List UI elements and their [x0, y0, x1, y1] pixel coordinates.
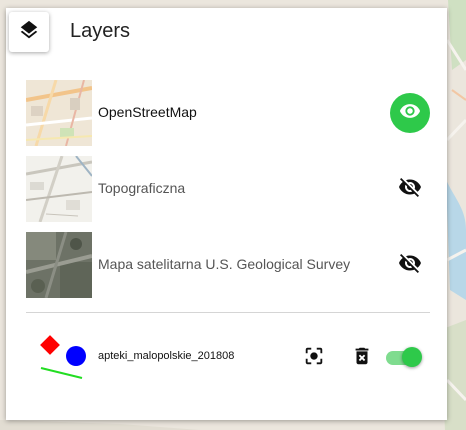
- divider: [26, 312, 430, 313]
- layers-icon: [18, 19, 40, 46]
- eye-icon: [399, 100, 421, 127]
- eye-off-icon: [398, 175, 422, 204]
- vector-layer-label: apteki_malopolskie_201808: [98, 350, 235, 362]
- vector-layer-row: apteki_malopolskie_201808: [36, 330, 436, 386]
- layer-label: Mapa satelitarna U.S. Geological Survey: [98, 256, 351, 272]
- visibility-toggle-button[interactable]: [390, 93, 430, 133]
- layer-label: Topograficzna: [98, 180, 186, 196]
- base-layer-row-topo[interactable]: Topograficzna: [26, 156, 436, 222]
- green-line-symbol: [40, 367, 83, 379]
- layer-label: OpenStreetMap: [98, 104, 197, 120]
- delete-layer-button[interactable]: [350, 346, 374, 370]
- base-layer-row-osm[interactable]: OpenStreetMap: [26, 80, 436, 146]
- zoom-to-layer-button[interactable]: [302, 346, 326, 370]
- visibility-toggle-button[interactable]: [390, 245, 430, 285]
- layers-panel: Layers OpenStreetMap Topograficzna Mapa …: [6, 8, 447, 420]
- layer-style-legend: [36, 330, 96, 386]
- layers-toggle-button[interactable]: [9, 12, 49, 52]
- zoom-to-extent-icon: [303, 345, 325, 372]
- visibility-toggle-button[interactable]: [390, 169, 430, 209]
- panel-title: Layers: [70, 20, 131, 42]
- satellite-map-thumbnail[interactable]: [26, 232, 92, 298]
- blue-circle-symbol: [66, 346, 86, 366]
- osm-map-thumbnail[interactable]: [26, 80, 92, 146]
- switch-knob: [402, 347, 422, 367]
- base-layer-row-satellite[interactable]: Mapa satelitarna U.S. Geological Survey: [26, 232, 436, 298]
- topo-map-thumbnail[interactable]: [26, 156, 92, 222]
- delete-icon: [351, 345, 373, 372]
- red-diamond-symbol: [40, 335, 60, 355]
- layer-visibility-switch[interactable]: [384, 346, 424, 370]
- eye-off-icon: [398, 251, 422, 280]
